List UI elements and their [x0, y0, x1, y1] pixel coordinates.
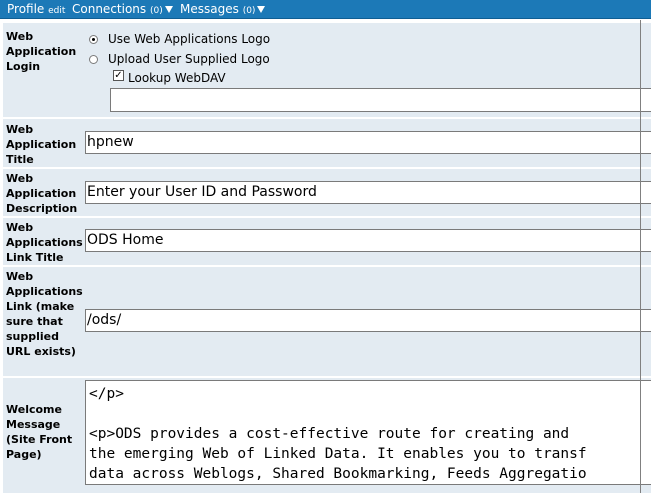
nav-profile-edit-link[interactable]: edit [48, 6, 65, 16]
nav-connections-count: (0) [149, 6, 163, 16]
nav-connections[interactable]: Connections (0) [72, 2, 173, 18]
chevron-down-icon[interactable] [257, 6, 266, 13]
link-input[interactable]: /ods/ [85, 309, 651, 332]
lookup-webdav-checkbox[interactable]: ✓ [113, 70, 124, 81]
description-row: Web Application Description Enter your U… [3, 169, 651, 216]
lookup-webdav-label[interactable]: Lookup WebDAV [128, 71, 226, 85]
title-row: Web Application Title hpnew [3, 119, 651, 167]
use-default-logo-label[interactable]: Use Web Applications Logo [108, 32, 270, 46]
settings-form: Web Application Login Use Web Applicatio… [0, 20, 651, 493]
nav-profile-label[interactable]: Profile [7, 2, 44, 16]
use-default-logo-radio[interactable] [89, 35, 98, 44]
nav-messages[interactable]: Messages (0) [180, 2, 266, 18]
login-row: Web Application Login Use Web Applicatio… [3, 23, 651, 117]
link-row: Web Applications Link (make sure that su… [3, 267, 651, 376]
logo-path-input[interactable] [110, 88, 651, 112]
title-input[interactable]: hpnew [85, 131, 651, 154]
title-label: Web Application Title [6, 123, 77, 166]
welcome-label: Welcome Message (Site Front Page) [6, 403, 73, 461]
link-title-input[interactable]: ODS Home [85, 229, 651, 252]
description-label: Web Application Description [6, 172, 78, 215]
welcome-row: Welcome Message (Site Front Page) </p> <… [3, 378, 651, 493]
link-label: Web Applications Link (make sure that su… [6, 270, 83, 358]
nav-profile[interactable]: Profile edit [7, 2, 65, 18]
nav-messages-label[interactable]: Messages [180, 2, 239, 16]
upload-logo-label[interactable]: Upload User Supplied Logo [108, 52, 270, 66]
nav-connections-label[interactable]: Connections [72, 2, 146, 16]
top-nav-bar: Profile edit Connections (0) Messages (0… [0, 0, 651, 19]
divider [640, 20, 641, 493]
link-title-label: Web Applications Link Title [6, 221, 83, 264]
chevron-down-icon[interactable] [164, 6, 173, 13]
login-label: Web Application Login [6, 30, 77, 73]
description-input[interactable]: Enter your User ID and Password [85, 181, 651, 204]
link-title-row: Web Applications Link Title ODS Home [3, 218, 651, 265]
upload-logo-radio[interactable] [89, 55, 98, 64]
welcome-textarea[interactable]: </p> <p>ODS provides a cost-effective ro… [85, 380, 651, 485]
nav-messages-count: (0) [242, 6, 256, 16]
